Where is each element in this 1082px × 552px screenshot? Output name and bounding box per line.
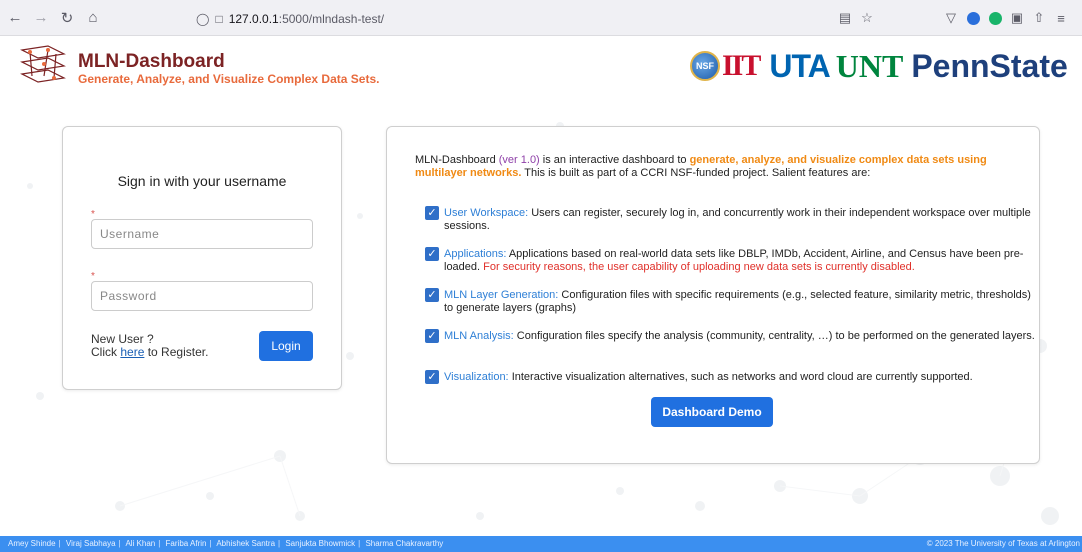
pocket-icon[interactable]: ▽	[942, 9, 960, 27]
url-text[interactable]: 127.0.0.1:5000/mlndash-test/	[229, 12, 384, 26]
iit-logo: IIT	[722, 49, 761, 82]
dashboard-demo-button[interactable]: Dashboard Demo	[651, 397, 773, 427]
uta-logo: UTA	[769, 47, 830, 84]
register-text: to Register.	[147, 345, 209, 359]
browser-toolbar: ← → ↻ ⌂ ◯ □ 127.0.0.1:5000/mlndash-test/…	[0, 0, 1082, 36]
page: MLN-Dashboard Generate, Analyze, and Vis…	[0, 36, 1082, 536]
login-button[interactable]: Login	[259, 331, 313, 361]
reload-icon[interactable]: ↻	[56, 7, 78, 29]
author-name: Abhishek Santra	[216, 539, 276, 548]
share-icon[interactable]: ⇧	[1030, 9, 1048, 27]
register-link[interactable]: here	[120, 345, 144, 359]
about-card: MLN-Dashboard (ver 1.0) is an interactiv…	[386, 126, 1040, 464]
feature-item: ✓ Visualization: Interactive visualizati…	[425, 370, 1035, 384]
app-title: MLN-Dashboard	[78, 51, 225, 72]
author-name: Fariba Afrin	[165, 539, 207, 548]
unt-logo: UNT	[835, 47, 904, 84]
checkbox-checked-icon: ✓	[425, 247, 439, 261]
extension-icon[interactable]	[986, 9, 1004, 27]
menu-icon[interactable]: ≡	[1052, 9, 1070, 27]
author-name: Sharma Chakravarthy	[365, 539, 444, 548]
register-prompt: New User ? Click here to Register.	[91, 333, 208, 359]
click-text: Click	[91, 345, 117, 359]
extension-icon[interactable]: ▣	[1008, 9, 1026, 27]
author-list: Amey Shinde | Viraj Sabhaya | Ali Khan | Fa…	[8, 539, 444, 548]
signin-card: Sign in with your username * * New User …	[62, 126, 342, 390]
author-name: Ali Khan	[125, 539, 156, 548]
extension-icon[interactable]	[964, 9, 982, 27]
checkbox-checked-icon: ✓	[425, 370, 439, 384]
feature-item: ✓ User Workspace: Users can register, se…	[425, 206, 1035, 233]
intro-text: MLN-Dashboard (ver 1.0) is an interactiv…	[415, 154, 987, 179]
author-name: Viraj Sabhaya	[65, 539, 116, 548]
mln-logo	[20, 45, 66, 83]
username-input[interactable]	[91, 219, 313, 249]
star-icon[interactable]: ☆	[858, 9, 876, 27]
feature-item: ✓ Applications: Applications based on re…	[425, 247, 1035, 274]
author-name: Amey Shinde	[8, 539, 56, 548]
checkbox-checked-icon: ✓	[425, 329, 439, 343]
partner-logos: NSF IIT UTA UNT PennState	[690, 47, 1068, 84]
home-icon[interactable]: ⌂	[82, 7, 104, 29]
pennstate-logo: PennState	[911, 47, 1068, 84]
author-name: Sanjukta Bhowmick	[285, 539, 356, 548]
nsf-logo: NSF	[690, 51, 720, 81]
forward-icon[interactable]: →	[30, 7, 52, 29]
page-icon: □	[215, 12, 223, 26]
app-subtitle: Generate, Analyze, and Visualize Complex…	[78, 72, 380, 86]
feature-item: ✓ MLN Analysis: Configuration files spec…	[425, 329, 1035, 343]
footer: Amey Shinde | Viraj Sabhaya | Ali Khan | Fa…	[0, 536, 1082, 552]
feature-item: ✓ MLN Layer Generation: Configuration fi…	[425, 288, 1035, 315]
copyright: © 2023 The University of Texas at Arling…	[926, 539, 1080, 548]
address-bar[interactable]: ◯ □ 127.0.0.1:5000/mlndash-test/	[196, 10, 384, 28]
reader-icon[interactable]: ▤	[836, 9, 854, 27]
password-input[interactable]	[91, 281, 313, 311]
checkbox-checked-icon: ✓	[425, 288, 439, 302]
back-icon[interactable]: ←	[4, 7, 26, 29]
checkbox-checked-icon: ✓	[425, 206, 439, 220]
shield-icon: ◯	[196, 12, 210, 26]
signin-title: Sign in with your username	[117, 173, 287, 189]
